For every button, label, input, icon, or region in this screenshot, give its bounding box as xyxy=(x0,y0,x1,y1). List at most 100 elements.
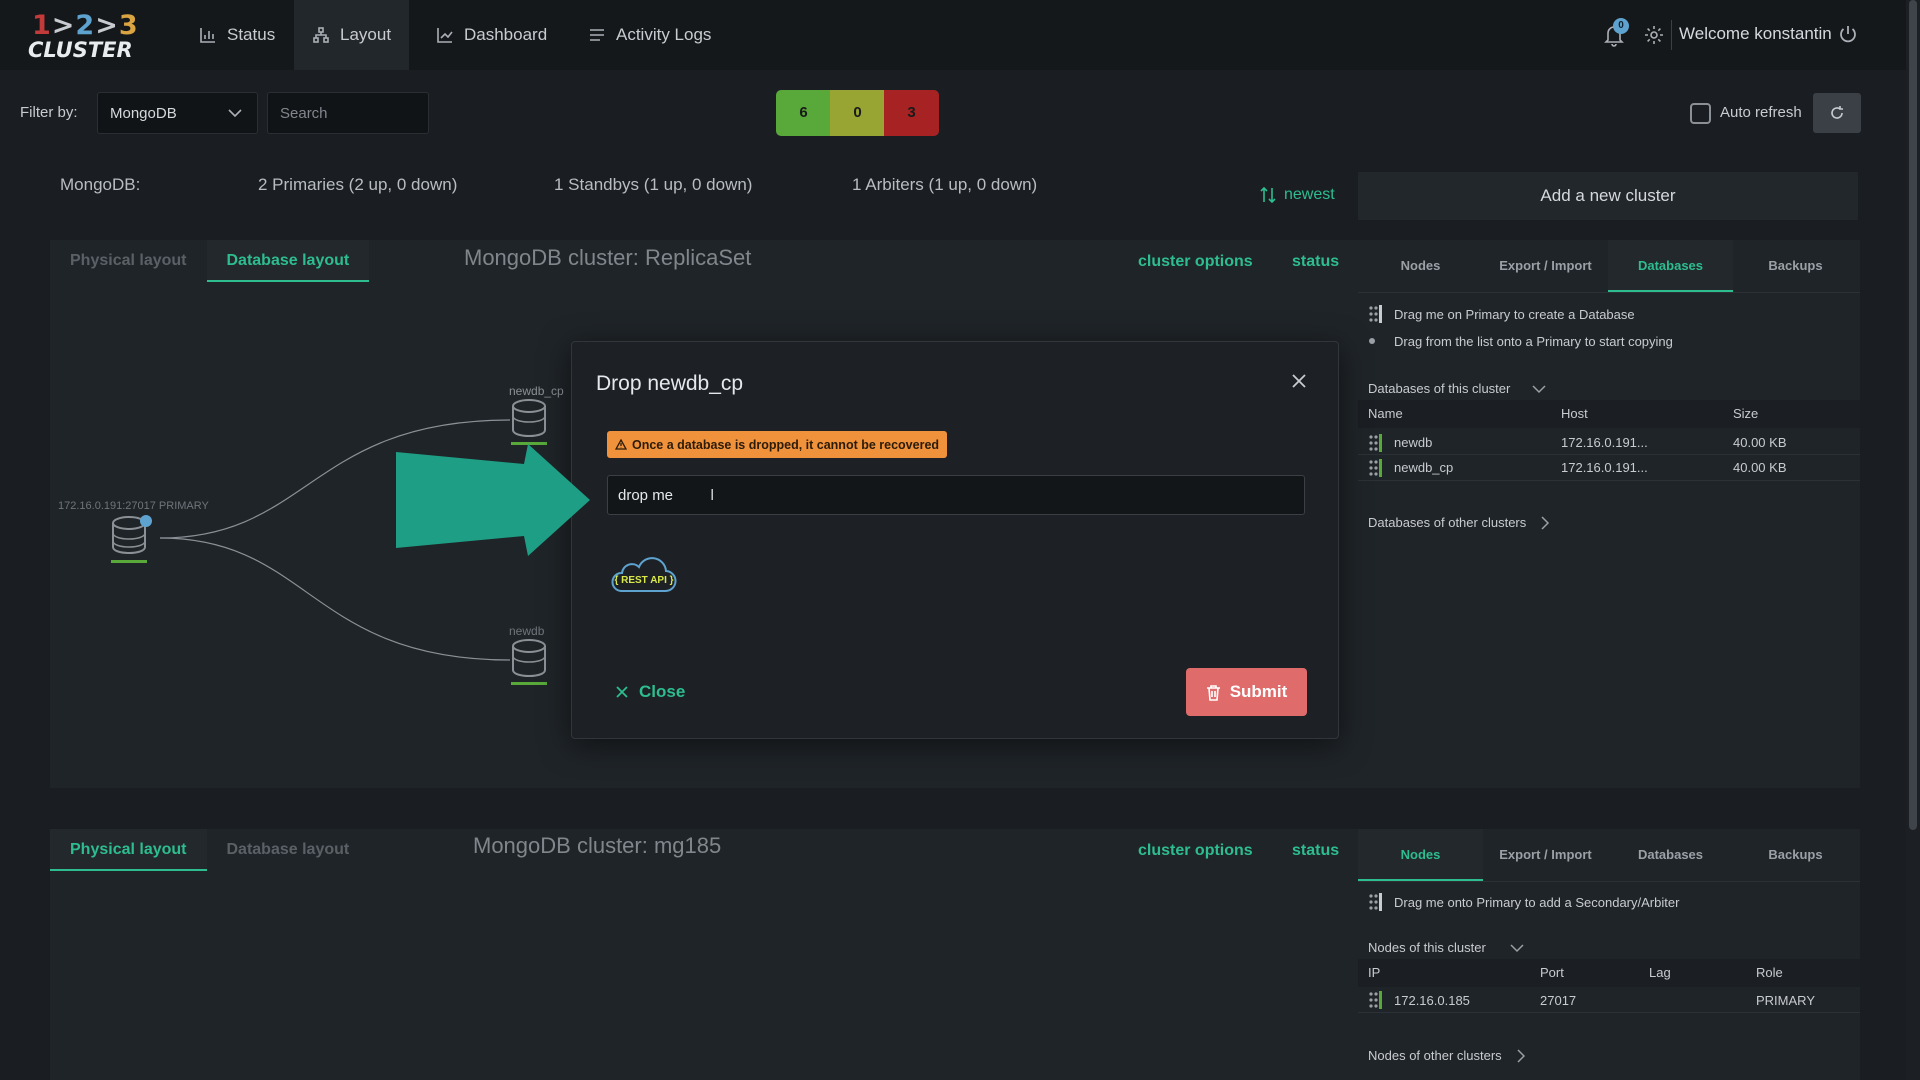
side-tab-backups[interactable]: Backups xyxy=(1733,829,1858,881)
other-nodes-link[interactable]: Nodes of other clusters xyxy=(1368,1048,1526,1063)
close-icon[interactable] xyxy=(1290,372,1308,390)
db-node-label: newdb xyxy=(509,624,545,638)
primary-node-label: 172.16.0.191:27017 PRIMARY xyxy=(58,500,209,512)
column-header: Name xyxy=(1368,406,1403,421)
database-icon[interactable] xyxy=(511,639,547,685)
node-port-cell: 27017 xyxy=(1540,993,1577,1008)
other-databases-link[interactable]: Databases of other clusters xyxy=(1368,515,1550,530)
database-icon[interactable] xyxy=(511,399,547,445)
side-tab-export-import[interactable]: Export / Import xyxy=(1483,240,1608,292)
nav-status[interactable]: Status xyxy=(181,0,293,70)
close-button[interactable]: Close xyxy=(615,682,685,702)
node-ip-cell: 172.16.0.185 xyxy=(1394,993,1470,1008)
status-count-down[interactable]: 3 xyxy=(884,90,939,136)
side-tab-databases[interactable]: Databases xyxy=(1608,240,1733,292)
nav-status-label: Status xyxy=(227,25,276,44)
divider xyxy=(1358,292,1860,293)
bar-chart-icon xyxy=(200,28,215,43)
drop-database-modal: Drop newdb_cp Once a database is dropped… xyxy=(571,341,1339,739)
side-tab-databases[interactable]: Databases xyxy=(1608,829,1733,881)
scrollbar-thumb[interactable] xyxy=(1909,0,1917,830)
divider xyxy=(1358,881,1860,882)
cluster1-tabs: Physical layout Database layout xyxy=(50,240,370,282)
nav-dashboard[interactable]: Dashboard xyxy=(418,0,565,70)
db-size-cell: 40.00 KB xyxy=(1733,435,1787,450)
drag-handle-icon[interactable] xyxy=(1368,305,1382,323)
cluster1-status-link[interactable]: status xyxy=(1292,253,1339,271)
nav-activity-logs[interactable]: Activity Logs xyxy=(570,0,729,70)
tab-physical-layout[interactable]: Physical layout xyxy=(50,240,207,282)
side-tab-nodes[interactable]: Nodes xyxy=(1358,829,1483,881)
databases-section-toggle[interactable]: Databases of this cluster xyxy=(1368,381,1546,396)
summary-standbys: 1 Standbys (1 up, 0 down) xyxy=(554,175,753,194)
cluster2-options-link[interactable]: cluster options xyxy=(1138,842,1253,860)
column-header: Size xyxy=(1733,406,1759,421)
summary-primaries: 2 Primaries (2 up, 0 down) xyxy=(258,175,458,194)
auto-refresh-checkbox[interactable] xyxy=(1690,103,1711,124)
section-label: Databases of this cluster xyxy=(1368,381,1511,396)
logo-word: CLUSTER xyxy=(28,38,133,62)
gear-icon[interactable] xyxy=(1644,25,1664,45)
chevron-right-icon xyxy=(1517,1048,1525,1063)
side-tab-export-import[interactable]: Export / Import xyxy=(1483,829,1608,881)
summary-arbiters: 1 Arbiters (1 up, 0 down) xyxy=(852,175,1038,194)
status-count-up[interactable]: 6 xyxy=(776,90,831,136)
sort-icon xyxy=(1260,186,1276,204)
close-label: Close xyxy=(639,682,686,701)
warning-icon xyxy=(615,439,627,450)
warning-badge: Once a database is dropped, it cannot be… xyxy=(607,431,948,458)
filter-label: Filter by: xyxy=(20,104,78,121)
filter-select[interactable]: MongoDB xyxy=(97,92,258,134)
table-header xyxy=(1358,959,1860,987)
other-nodes-label: Nodes of other clusters xyxy=(1368,1048,1502,1063)
sort-button[interactable]: newest xyxy=(1260,186,1335,204)
database-icon[interactable] xyxy=(111,515,152,563)
db-node-label: newdb_cp xyxy=(509,384,564,398)
db-name-cell: newdb_cp xyxy=(1394,460,1454,475)
auto-refresh-label: Auto refresh xyxy=(1720,104,1802,121)
logo-numbers: 1>2>3 xyxy=(32,10,139,41)
cluster1-options-link[interactable]: cluster options xyxy=(1138,253,1253,271)
filter-select-value: MongoDB xyxy=(110,105,177,122)
nav-layout[interactable]: Layout xyxy=(294,0,410,70)
divider xyxy=(1671,20,1672,50)
side-tab-nodes[interactable]: Nodes xyxy=(1358,240,1483,292)
table-header xyxy=(1358,400,1860,428)
cluster2-status-link[interactable]: status xyxy=(1292,842,1339,860)
drag-handle-icon[interactable] xyxy=(1368,459,1382,477)
sitemap-icon xyxy=(313,27,329,43)
welcome-text: Welcome konstantin xyxy=(1679,24,1832,43)
nav-layout-label: Layout xyxy=(340,25,392,44)
divider xyxy=(1358,454,1860,455)
side-tab-backups[interactable]: Backups xyxy=(1733,240,1858,292)
create-db-hint: Drag me on Primary to create a Database xyxy=(1394,307,1635,322)
tab-physical-layout[interactable]: Physical layout xyxy=(50,829,207,871)
tab-database-layout[interactable]: Database layout xyxy=(207,829,370,871)
rest-api-badge[interactable]: { REST API } xyxy=(607,547,681,597)
divider xyxy=(1358,480,1860,481)
add-cluster-button[interactable]: Add a new cluster xyxy=(1358,172,1858,220)
tab-database-layout[interactable]: Database layout xyxy=(206,240,370,282)
drag-handle-icon[interactable] xyxy=(1368,991,1382,1009)
submit-label: Submit xyxy=(1229,682,1288,701)
nav-dashboard-label: Dashboard xyxy=(464,25,548,44)
cluster2-side-panel: Nodes Export / Import Databases Backups … xyxy=(1358,829,1860,1080)
chevron-down-icon xyxy=(1532,384,1546,393)
app-logo[interactable]: 1>2>3 CLUSTER xyxy=(28,10,138,62)
nodes-section-toggle[interactable]: Nodes of this cluster xyxy=(1368,940,1524,955)
list-icon xyxy=(590,29,604,41)
search-input[interactable] xyxy=(267,92,429,134)
drag-handle-icon[interactable] xyxy=(1368,434,1382,452)
db-name-cell: newdb xyxy=(1394,435,1433,450)
text-cursor-icon: I xyxy=(710,487,715,504)
column-header: Port xyxy=(1540,965,1564,980)
status-count-warning[interactable]: 0 xyxy=(830,90,885,136)
sort-label: newest xyxy=(1284,186,1335,203)
drag-handle-icon[interactable] xyxy=(1368,893,1382,911)
submit-button[interactable]: Submit xyxy=(1186,668,1307,716)
power-icon[interactable] xyxy=(1838,24,1858,44)
arrow-icon xyxy=(396,444,590,556)
add-node-hint: Drag me onto Primary to add a Secondary/… xyxy=(1394,895,1680,910)
refresh-button[interactable] xyxy=(1813,93,1861,133)
copy-db-hint: Drag from the list onto a Primary to sta… xyxy=(1394,334,1673,349)
